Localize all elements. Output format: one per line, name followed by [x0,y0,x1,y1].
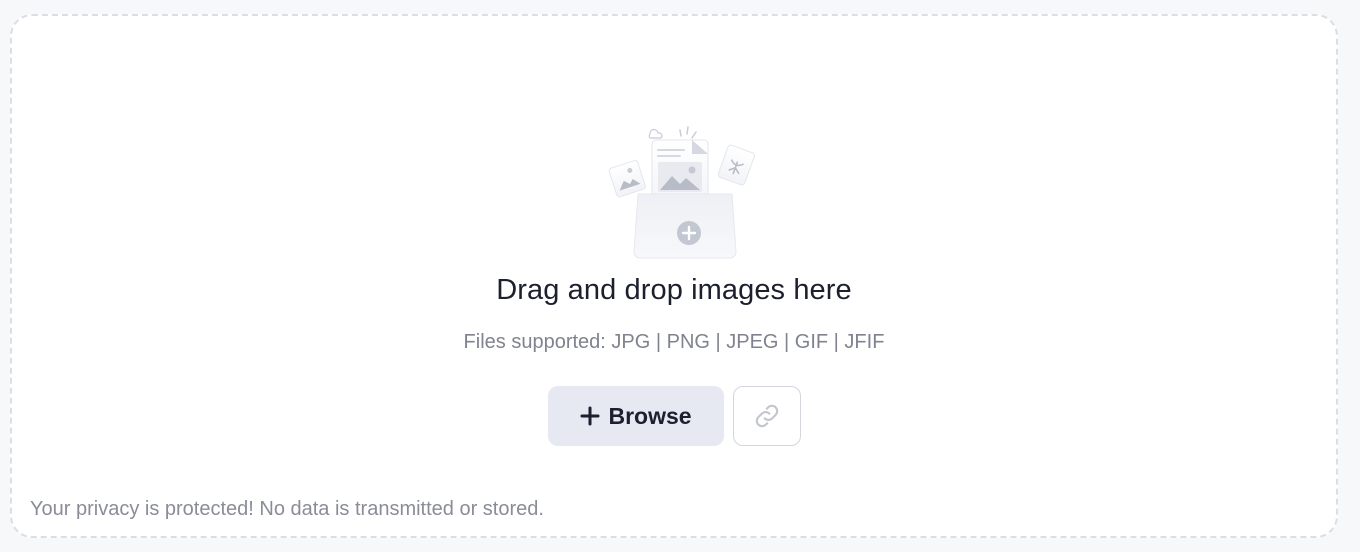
privacy-notice: Your privacy is protected! No data is tr… [30,498,544,520]
browse-button-label: Browse [608,402,692,429]
plus-icon [580,406,600,426]
dropzone-headline: Drag and drop images here [496,274,852,306]
paste-url-button[interactable] [733,386,801,446]
folder-with-images-icon [608,126,755,259]
link-icon [755,404,779,428]
browse-button[interactable]: Browse [548,386,724,446]
image-dropzone[interactable]: Drag and drop images here Files supporte… [10,14,1338,538]
supported-formats-text: Files supported: JPG | PNG | JPEG | GIF … [463,331,885,353]
